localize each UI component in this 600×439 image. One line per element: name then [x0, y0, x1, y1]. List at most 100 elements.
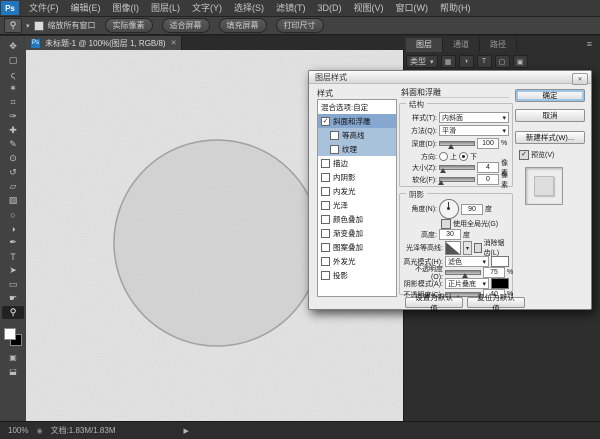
actual-pixels-button[interactable]: 实际像素	[105, 18, 153, 33]
menu-type[interactable]: 文字(Y)	[186, 0, 228, 16]
anti-alias-checkbox[interactable]	[474, 243, 482, 253]
reset-default-button[interactable]: 复位为默认值	[467, 297, 525, 308]
filter-kind-select[interactable]: 类型 ▾	[406, 55, 438, 68]
crop-tool[interactable]: ⌗	[2, 96, 24, 109]
filter-pixel-icon[interactable]: ▦	[441, 55, 456, 68]
direction-up-radio[interactable]	[439, 152, 448, 161]
style-item-stroke[interactable]: 描边	[318, 156, 396, 170]
quick-mask-icon[interactable]: ▣	[5, 352, 21, 363]
eraser-tool[interactable]: ▱	[2, 180, 24, 193]
filter-smart-icon[interactable]: ▣	[513, 55, 528, 68]
document-tab[interactable]: Ps 未标题-1 @ 100%(图层 1, RGB/8) ✕	[26, 36, 182, 50]
cancel-button[interactable]: 取消	[515, 109, 585, 122]
style-item-drop-shadow[interactable]: 投影	[318, 268, 396, 282]
menu-help[interactable]: 帮助(H)	[434, 0, 477, 16]
menu-filter[interactable]: 滤镜(T)	[270, 0, 312, 16]
direction-down-radio[interactable]	[459, 152, 468, 161]
menu-file[interactable]: 文件(F)	[23, 0, 65, 16]
clone-stamp-tool[interactable]: ⊙	[2, 152, 24, 165]
filter-shape-icon[interactable]: ▢	[495, 55, 510, 68]
fill-screen-button[interactable]: 填充屏幕	[219, 18, 267, 33]
eyedropper-tool[interactable]: ✑	[2, 110, 24, 123]
shadow-color-swatch[interactable]	[491, 278, 509, 289]
inner-glow-checkbox[interactable]	[321, 187, 330, 196]
menu-3d[interactable]: 3D(D)	[312, 0, 348, 16]
tab-channels[interactable]: 通道	[443, 38, 480, 52]
type-tool[interactable]: T	[2, 250, 24, 263]
style-item-inner-shadow[interactable]: 内阴影	[318, 170, 396, 184]
new-style-button[interactable]: 新建样式(W)...	[515, 131, 585, 144]
depth-slider[interactable]	[439, 141, 475, 146]
gradient-overlay-checkbox[interactable]	[321, 229, 330, 238]
brush-tool[interactable]: ✎	[2, 138, 24, 151]
size-value[interactable]: 4	[477, 162, 499, 173]
pattern-overlay-checkbox[interactable]	[321, 243, 330, 252]
size-slider[interactable]	[439, 165, 475, 170]
style-item-blending-options[interactable]: 混合选项:自定	[318, 100, 396, 114]
foreground-color-swatch[interactable]	[4, 328, 16, 340]
panel-menu-icon[interactable]: ≡	[587, 39, 592, 49]
move-tool[interactable]: ✥	[2, 40, 24, 53]
style-item-satin[interactable]: 光泽	[318, 198, 396, 212]
menu-image[interactable]: 图像(I)	[107, 0, 146, 16]
style-item-bevel-emboss[interactable]: ✓ 斜面和浮雕	[318, 114, 396, 128]
angle-dial[interactable]	[439, 199, 459, 219]
angle-value[interactable]: 90	[461, 204, 483, 215]
tab-layers[interactable]: 图层	[406, 38, 443, 52]
blur-tool[interactable]: ○	[2, 208, 24, 221]
gloss-contour-thumbnail[interactable]	[445, 241, 461, 255]
zoom-tool[interactable]: ⚲	[2, 306, 24, 319]
status-menu-arrow-icon[interactable]: ▶	[184, 427, 189, 435]
tab-close-icon[interactable]: ✕	[171, 39, 177, 47]
dialog-close-button[interactable]: ✕	[572, 73, 588, 85]
history-brush-tool[interactable]: ↺	[2, 166, 24, 179]
dialog-title-bar[interactable]: 图层样式	[309, 71, 591, 84]
tool-preset-caret-icon[interactable]: ▾	[26, 22, 30, 30]
shape-tool[interactable]: ▭	[2, 278, 24, 291]
lasso-tool[interactable]: ς	[2, 68, 24, 81]
bevel-style-select[interactable]: 内斜面 ▾	[439, 112, 509, 123]
style-item-texture[interactable]: 纹理	[318, 142, 396, 156]
soften-value[interactable]: 0	[477, 174, 499, 185]
path-selection-tool[interactable]: ➤	[2, 264, 24, 277]
menu-window[interactable]: 窗口(W)	[390, 0, 435, 16]
depth-value[interactable]: 100	[477, 138, 499, 149]
status-zoom-level[interactable]: 100%	[8, 426, 28, 435]
hand-tool[interactable]: ☛	[2, 292, 24, 305]
dodge-tool[interactable]: ◑	[2, 222, 24, 235]
ok-button[interactable]: 确定	[515, 89, 585, 102]
global-light-checkbox[interactable]	[441, 219, 451, 229]
style-item-gradient-overlay[interactable]: 渐变叠加	[318, 226, 396, 240]
menu-select[interactable]: 选择(S)	[228, 0, 270, 16]
gloss-contour-caret-icon[interactable]: ▾	[463, 241, 472, 255]
contour-checkbox[interactable]	[330, 131, 339, 140]
screen-mode-icon[interactable]: ⬓	[5, 366, 21, 377]
marquee-tool[interactable]: ▢	[2, 54, 24, 67]
altitude-value[interactable]: 30	[439, 229, 461, 240]
zoom-tool-icon[interactable]: ⚲	[4, 18, 22, 33]
soften-slider[interactable]	[439, 177, 475, 182]
fit-screen-button[interactable]: 适合屏幕	[162, 18, 210, 33]
menu-layer[interactable]: 图层(L)	[145, 0, 186, 16]
style-item-outer-glow[interactable]: 外发光	[318, 254, 396, 268]
shadow-mode-select[interactable]: 正片叠底 ▾	[445, 278, 489, 289]
print-size-button[interactable]: 打印尺寸	[276, 18, 324, 33]
pen-tool[interactable]: ✒	[2, 236, 24, 249]
bevel-emboss-checkbox[interactable]: ✓	[321, 117, 330, 126]
style-item-pattern-overlay[interactable]: 图案叠加	[318, 240, 396, 254]
preview-checkbox[interactable]: ✓	[519, 150, 529, 160]
filter-type-icon[interactable]: T	[477, 55, 492, 68]
menu-view[interactable]: 视图(V)	[348, 0, 390, 16]
gradient-tool[interactable]: ▨	[2, 194, 24, 207]
style-item-inner-glow[interactable]: 内发光	[318, 184, 396, 198]
satin-checkbox[interactable]	[321, 201, 330, 210]
menu-edit[interactable]: 编辑(E)	[65, 0, 107, 16]
texture-checkbox[interactable]	[330, 145, 339, 154]
style-item-contour[interactable]: 等高线	[318, 128, 396, 142]
set-default-button[interactable]: 设置为默认值	[405, 297, 463, 308]
technique-select[interactable]: 平滑 ▾	[439, 125, 509, 136]
magic-wand-tool[interactable]: ✶	[2, 82, 24, 95]
drop-shadow-checkbox[interactable]	[321, 271, 330, 280]
highlight-color-swatch[interactable]	[491, 256, 509, 267]
highlight-mode-select[interactable]: 滤色 ▾	[445, 256, 489, 267]
